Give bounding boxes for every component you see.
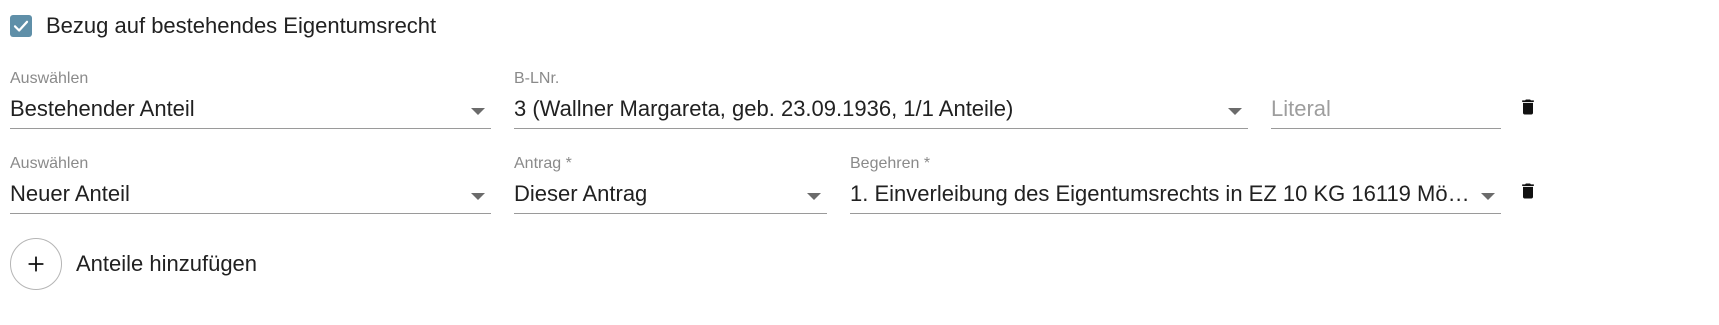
trash-icon [1522, 183, 1534, 199]
row1-blnr-value: 3 (Wallner Margareta, geb. 23.09.1936, 1… [514, 96, 1014, 121]
row1-select-underline [10, 128, 491, 129]
chevron-down-icon[interactable] [1228, 108, 1242, 115]
row2-select-value: Neuer Anteil [10, 181, 130, 206]
row1-blnr-field[interactable]: B-LNr. 3 (Wallner Margareta, geb. 23.09.… [514, 70, 1248, 130]
row2-antrag-field[interactable]: Antrag * Dieser Antrag [514, 155, 827, 215]
row1-blnr-label: B-LNr. [514, 70, 560, 87]
row1-blnr-underline [514, 128, 1248, 129]
plus-icon [28, 256, 44, 272]
add-shares-row[interactable]: Anteile hinzufügen [10, 238, 257, 290]
row2-begehren-label: Begehren * [850, 155, 931, 172]
chevron-down-icon[interactable] [1481, 193, 1495, 200]
row2-delete-button[interactable] [1516, 177, 1540, 205]
row2-select-field[interactable]: Auswählen Neuer Anteil [10, 155, 491, 215]
trash-icon [1522, 99, 1534, 115]
row1-select-value: Bestehender Anteil [10, 96, 195, 121]
add-shares-label[interactable]: Anteile hinzufügen [76, 251, 257, 277]
row1-literal-placeholder: Literal [1271, 96, 1331, 121]
row2-select-underline [10, 213, 491, 214]
row2-begehren-field[interactable]: Begehren * 1. Einverleibung des Eigentum… [850, 155, 1501, 215]
existing-ownership-checkbox-label: Bezug auf bestehendes Eigentumsrecht [46, 13, 437, 38]
row2-select-label: Auswählen [10, 155, 89, 172]
row1-select-field[interactable]: Auswählen Bestehender Anteil [10, 70, 491, 130]
row1-literal-underline [1271, 128, 1501, 129]
row2-antrag-value: Dieser Antrag [514, 181, 648, 206]
row2-antrag-label: Antrag * [514, 155, 572, 172]
row1-select-label: Auswählen [10, 70, 89, 87]
row2-begehren-value: 1. Einverleibung des Eigentumsrechts in … [850, 181, 1477, 206]
row2-begehren-underline [850, 213, 1501, 214]
existing-ownership-checkbox[interactable] [10, 15, 32, 37]
add-shares-button[interactable] [10, 238, 62, 290]
row1-literal-field[interactable]: Literal [1271, 70, 1501, 130]
existing-ownership-checkbox-row[interactable]: Bezug auf bestehendes Eigentumsrecht [10, 12, 436, 40]
row1-delete-button[interactable] [1516, 93, 1540, 121]
check-icon [13, 20, 29, 32]
row2-antrag-underline [514, 213, 827, 214]
chevron-down-icon[interactable] [807, 193, 821, 200]
chevron-down-icon[interactable] [471, 193, 485, 200]
chevron-down-icon[interactable] [471, 108, 485, 115]
